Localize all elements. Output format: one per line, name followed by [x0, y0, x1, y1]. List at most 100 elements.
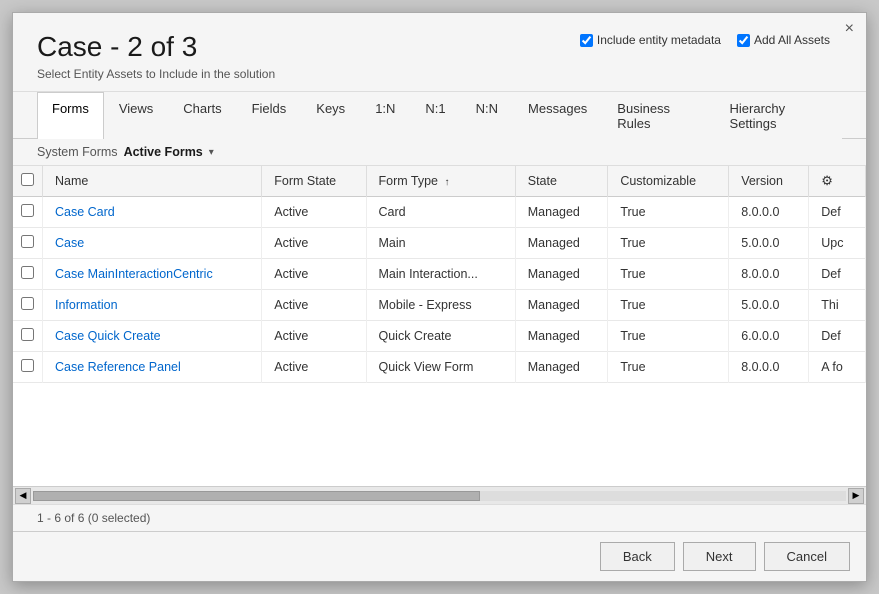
tab-views[interactable]: Views — [104, 92, 168, 139]
row-state-5: Managed — [515, 321, 608, 352]
tab-forms[interactable]: Forms — [37, 92, 104, 139]
scroll-track[interactable] — [33, 491, 846, 501]
col-state[interactable]: State — [515, 166, 608, 197]
row-state-1: Managed — [515, 197, 608, 228]
col-form-state[interactable]: Form State — [262, 166, 366, 197]
tab-fields[interactable]: Fields — [237, 92, 302, 139]
col-customizable[interactable]: Customizable — [608, 166, 729, 197]
active-forms-dropdown-arrow[interactable]: ▾ — [209, 147, 214, 158]
row-form-state-1: Active — [262, 197, 366, 228]
row-customizable-4: True — [608, 290, 729, 321]
row-state-2: Managed — [515, 228, 608, 259]
row-form-type-3: Main Interaction... — [366, 259, 515, 290]
row-customizable-1: True — [608, 197, 729, 228]
row-form-state-3: Active — [262, 259, 366, 290]
row-form-state-4: Active — [262, 290, 366, 321]
tab-charts[interactable]: Charts — [168, 92, 236, 139]
row-name-3[interactable]: Case MainInteractionCentric — [43, 259, 262, 290]
row-version-1: 8.0.0.0 — [729, 197, 809, 228]
row-version-5: 6.0.0.0 — [729, 321, 809, 352]
tab-n1[interactable]: N:1 — [410, 92, 460, 139]
tab-messages[interactable]: Messages — [513, 92, 602, 139]
row-form-type-1: Card — [366, 197, 515, 228]
row-state-4: Managed — [515, 290, 608, 321]
row-version-4: 5.0.0.0 — [729, 290, 809, 321]
scroll-left-button[interactable]: ◀ — [15, 488, 31, 504]
row-form-type-2: Main — [366, 228, 515, 259]
row-checkbox-2[interactable] — [13, 228, 43, 259]
row-checkbox-6[interactable] — [13, 352, 43, 383]
active-forms-label[interactable]: Active Forms — [124, 145, 203, 159]
close-button[interactable]: × — [845, 21, 854, 37]
row-checkbox-1[interactable] — [13, 197, 43, 228]
table-row: Information Active Mobile - Express Mana… — [13, 290, 866, 321]
scroll-thumb[interactable] — [33, 491, 480, 501]
form-type-sort-icon: ↑ — [444, 177, 449, 188]
system-forms-bar: System Forms Active Forms ▾ — [13, 139, 866, 166]
tab-keys[interactable]: Keys — [301, 92, 360, 139]
row-form-state-6: Active — [262, 352, 366, 383]
tab-1n[interactable]: 1:N — [360, 92, 410, 139]
row-checkbox-5[interactable] — [13, 321, 43, 352]
add-all-assets-checkbox[interactable] — [737, 34, 750, 47]
add-all-assets-label[interactable]: Add All Assets — [737, 33, 830, 47]
row-form-state-2: Active — [262, 228, 366, 259]
table-row: Case Card Active Card Managed True 8.0.0… — [13, 197, 866, 228]
back-button[interactable]: Back — [600, 542, 675, 571]
row-extra-4: Thi — [809, 290, 866, 321]
row-customizable-5: True — [608, 321, 729, 352]
horizontal-scrollbar[interactable]: ◀ ▶ — [13, 486, 866, 504]
cancel-button[interactable]: Cancel — [764, 542, 850, 571]
row-name-5[interactable]: Case Quick Create — [43, 321, 262, 352]
header-checkboxes: Include entity metadata Add All Assets — [580, 33, 830, 47]
row-checkbox-4[interactable] — [13, 290, 43, 321]
forms-table: Name Form State Form Type ↑ State Custom… — [13, 166, 866, 383]
row-extra-1: Def — [809, 197, 866, 228]
row-form-type-4: Mobile - Express — [366, 290, 515, 321]
settings-icon: ⚙ — [821, 173, 833, 188]
row-extra-5: Def — [809, 321, 866, 352]
status-bar: 1 - 6 of 6 (0 selected) — [13, 504, 866, 531]
dialog-footer: Back Next Cancel — [13, 531, 866, 581]
main-dialog: × Case - 2 of 3 Select Entity Assets to … — [12, 12, 867, 582]
row-extra-6: A fo — [809, 352, 866, 383]
row-form-type-5: Quick Create — [366, 321, 515, 352]
col-name[interactable]: Name — [43, 166, 262, 197]
select-all-checkbox[interactable] — [21, 173, 34, 186]
tab-hierarchy-settings[interactable]: Hierarchy Settings — [715, 92, 842, 139]
include-metadata-checkbox[interactable] — [580, 34, 593, 47]
tabs-bar: Forms Views Charts Fields Keys 1:N N:1 N… — [13, 92, 866, 139]
row-state-3: Managed — [515, 259, 608, 290]
table-row: Case Quick Create Active Quick Create Ma… — [13, 321, 866, 352]
system-forms-label: System Forms — [37, 145, 118, 159]
col-version[interactable]: Version — [729, 166, 809, 197]
next-button[interactable]: Next — [683, 542, 756, 571]
scroll-right-button[interactable]: ▶ — [848, 488, 864, 504]
row-checkbox-3[interactable] — [13, 259, 43, 290]
tab-business-rules[interactable]: Business Rules — [602, 92, 714, 139]
row-name-6[interactable]: Case Reference Panel — [43, 352, 262, 383]
row-version-6: 8.0.0.0 — [729, 352, 809, 383]
table-header-row: Name Form State Form Type ↑ State Custom… — [13, 166, 866, 197]
dialog-subtitle: Select Entity Assets to Include in the s… — [37, 67, 842, 81]
dialog-header: Case - 2 of 3 Select Entity Assets to In… — [13, 13, 866, 92]
row-name-4[interactable]: Information — [43, 290, 262, 321]
table-row: Case MainInteractionCentric Active Main … — [13, 259, 866, 290]
row-name-1[interactable]: Case Card — [43, 197, 262, 228]
forms-table-container: Name Form State Form Type ↑ State Custom… — [13, 166, 866, 486]
row-customizable-3: True — [608, 259, 729, 290]
row-version-3: 8.0.0.0 — [729, 259, 809, 290]
row-extra-3: Def — [809, 259, 866, 290]
row-form-type-6: Quick View Form — [366, 352, 515, 383]
row-customizable-2: True — [608, 228, 729, 259]
tab-nn[interactable]: N:N — [461, 92, 513, 139]
table-row: Case Active Main Managed True 5.0.0.0 Up… — [13, 228, 866, 259]
col-form-type[interactable]: Form Type ↑ — [366, 166, 515, 197]
table-row: Case Reference Panel Active Quick View F… — [13, 352, 866, 383]
row-state-6: Managed — [515, 352, 608, 383]
include-metadata-label[interactable]: Include entity metadata — [580, 33, 721, 47]
row-name-2[interactable]: Case — [43, 228, 262, 259]
col-settings[interactable]: ⚙ — [809, 166, 866, 197]
row-extra-2: Upc — [809, 228, 866, 259]
row-version-2: 5.0.0.0 — [729, 228, 809, 259]
